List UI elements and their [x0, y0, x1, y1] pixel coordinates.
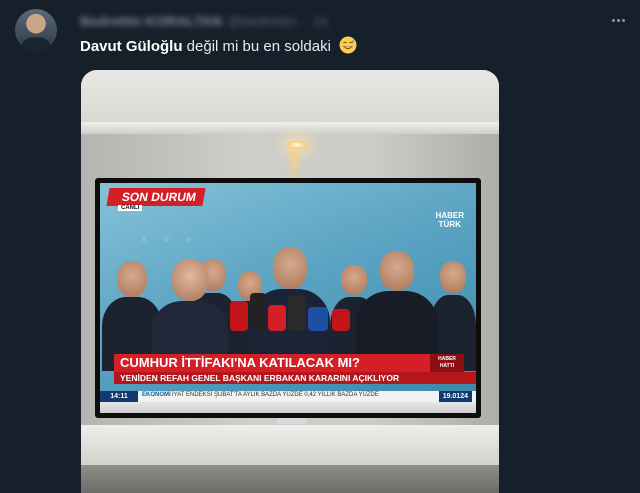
- microphone: [250, 293, 266, 331]
- ticker-time: 14:11: [100, 391, 138, 402]
- microphone: [332, 309, 350, 331]
- mention-link[interactable]: Davut Güloğlu: [80, 38, 183, 55]
- display-name[interactable]: Bedrettin KORALTAN: [80, 13, 222, 29]
- ticker-price: 19.0124: [438, 391, 472, 402]
- microphone: [268, 305, 286, 331]
- ticker-category: EKONOMİ: [142, 392, 171, 398]
- haber-hatti-badge: HABER HATTI: [430, 354, 464, 372]
- haber-hatti-line1: HABER: [438, 356, 456, 362]
- avatar-figure: [21, 37, 51, 51]
- ticker-strip: [100, 402, 476, 413]
- lower-cabinet: [81, 465, 499, 493]
- subheadline-banner: YENİDEN REFAH GENEL BAŞKANI ERBAKAN KARA…: [114, 372, 476, 384]
- news-ticker: 14:11 EKONOMİ İYAT ENDEKSİ ŞUBAT'TA AYLI…: [100, 391, 476, 413]
- headline-banner: CUMHUR İTTİFAKI'NA KATILACAK MI?: [114, 354, 460, 372]
- grinning-face-with-sweat-emoji: [339, 36, 357, 54]
- avatar[interactable]: [15, 9, 57, 51]
- more-options-icon[interactable]: [608, 12, 628, 28]
- ceiling: [81, 70, 499, 122]
- microphone: [230, 301, 248, 331]
- tv-stand: [277, 418, 307, 424]
- tweet-time[interactable]: 2s: [313, 13, 328, 29]
- ticker-news: İYAT ENDEKSİ ŞUBAT'TA AYLIK BAZDA YÜZDE …: [172, 392, 379, 398]
- microphone: [308, 307, 328, 331]
- tweet-body: değil mi bu en soldaki: [182, 38, 331, 55]
- user-handle[interactable]: @bedrettin: [228, 13, 297, 29]
- canli-badge: CANLI: [118, 205, 143, 211]
- tv-screen: · · · SON DURUM CANLI HABER TÜRK CUMHUR …: [100, 183, 476, 413]
- backdrop-logo: · · ·: [140, 223, 197, 256]
- ceiling-lamp: [287, 141, 307, 149]
- ceiling-beam: [81, 122, 499, 134]
- channel-logo-line1: HABER: [435, 211, 464, 220]
- tv-shelf: [81, 425, 499, 465]
- microphone: [288, 295, 306, 331]
- separator-dot: ·: [302, 13, 308, 29]
- person: [356, 251, 438, 371]
- tweet-header: Bedrettin KORALTAN @bedrettin · 2s: [80, 13, 328, 29]
- television: · · · SON DURUM CANLI HABER TÜRK CUMHUR …: [95, 178, 481, 418]
- haber-hatti-line2: HATTI: [439, 363, 455, 369]
- tweet-photo[interactable]: · · · SON DURUM CANLI HABER TÜRK CUMHUR …: [81, 70, 499, 493]
- channel-logo: HABER TÜRK: [436, 211, 464, 229]
- channel-logo-line2: TÜRK: [438, 220, 461, 229]
- tweet-text: Davut Güloğlu değil mi bu en soldaki: [80, 36, 357, 57]
- son-durum-badge: SON DURUM: [106, 188, 206, 206]
